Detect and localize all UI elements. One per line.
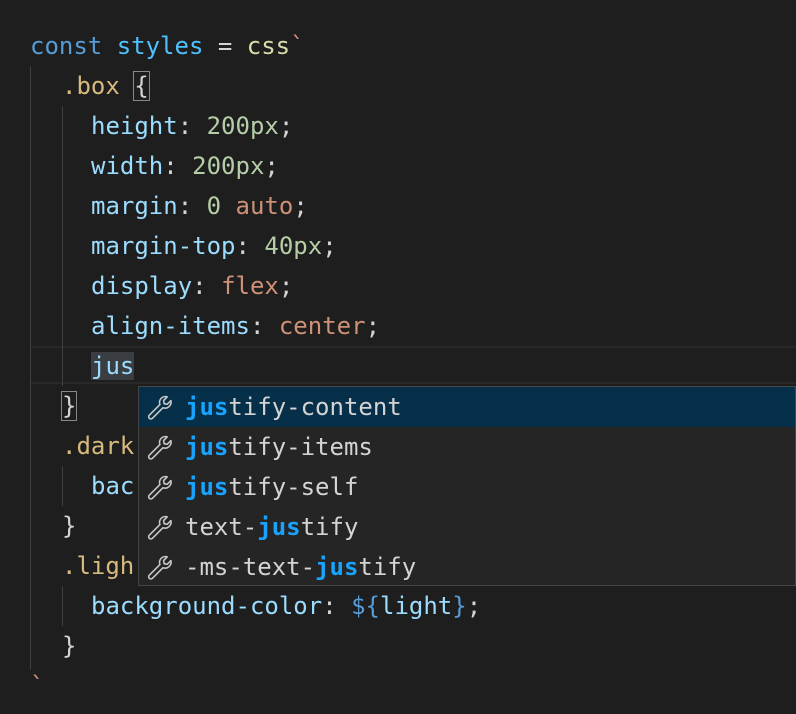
code-token: center [278, 312, 366, 340]
suggestion-match: jus [315, 553, 359, 581]
code-line[interactable]: } [60, 386, 78, 426]
suggestion-suffix: tify-items [228, 433, 373, 461]
code-token: ; [278, 112, 294, 140]
suggestion-item[interactable]: justify-self [139, 467, 795, 507]
code-token: ; [365, 312, 381, 340]
wrench-icon [145, 433, 175, 463]
code-line[interactable]: jus [91, 346, 135, 386]
code-token: } [62, 512, 77, 540]
code-token: } [60, 391, 78, 421]
suggestion-match: jus [185, 433, 229, 461]
code-token: styles [116, 32, 204, 60]
suggestion-suffix: tify [300, 513, 359, 541]
code-token: align-items [91, 312, 250, 340]
code-token: flex [221, 272, 279, 300]
suggestion-label: -ms-text-justify [185, 547, 416, 587]
code-token: background-color [91, 592, 323, 620]
wrench-icon [145, 513, 175, 543]
code-line[interactable]: height: 200px; [91, 106, 293, 146]
indent-guide [62, 586, 63, 626]
code-token: 200px [192, 152, 265, 180]
code-token: ; [466, 592, 482, 620]
suggestion-item[interactable]: justify-items [139, 427, 795, 467]
code-token: light [380, 592, 453, 620]
suggestion-match: jus [257, 513, 301, 541]
suggestion-suffix: tify [358, 553, 417, 581]
code-token: 200px [206, 112, 279, 140]
code-editor[interactable]: const styles = css` .box {height: 200px; w… [0, 0, 796, 714]
suggestion-label: justify-items [185, 427, 373, 467]
code-line[interactable]: .dark [62, 426, 134, 466]
code-token: 40px [264, 232, 323, 260]
code-token: .box [62, 72, 135, 100]
indent-guide [62, 106, 63, 386]
code-token: ; [293, 192, 308, 220]
code-token: : [322, 592, 352, 620]
wrench-icon [145, 393, 175, 423]
code-token: const [30, 32, 117, 60]
code-line[interactable]: .box { [62, 66, 150, 106]
code-line[interactable]: margin: 0 auto; [91, 186, 308, 226]
code-line[interactable]: ` [30, 666, 44, 706]
code-token: : [177, 192, 207, 220]
suggestion-label: text-justify [185, 507, 358, 547]
code-token: } [452, 592, 467, 620]
code-line[interactable]: margin-top: 40px; [91, 226, 337, 266]
current-line-highlight [30, 346, 796, 384]
suggestion-suffix: tify-content [228, 393, 402, 421]
code-token: height [91, 112, 178, 140]
wrench-icon [145, 553, 175, 583]
suggestion-suffix: tify-self [228, 473, 359, 501]
suggestion-label: justify-content [185, 387, 402, 427]
suggestion-match: jus [185, 393, 229, 421]
code-token: : [249, 312, 279, 340]
code-line[interactable]: const styles = css` [30, 26, 305, 66]
code-token: css [246, 32, 291, 60]
code-token: ; [278, 272, 294, 300]
code-token: = [203, 32, 247, 60]
suggestion-prefix: -ms-text- [185, 553, 316, 581]
code-token: ` [30, 672, 45, 700]
suggestion-prefix: text- [185, 513, 258, 541]
code-token: ${ [351, 592, 380, 620]
suggestion-match: jus [185, 473, 229, 501]
code-token: : [177, 112, 207, 140]
code-token: : [235, 232, 265, 260]
code-token: width [91, 152, 164, 180]
indent-guide [30, 66, 31, 670]
suggestion-item[interactable]: justify-content [139, 387, 795, 427]
code-token: ; [264, 152, 279, 180]
code-token: jus [91, 352, 135, 380]
wrench-icon [145, 473, 175, 503]
code-token: .dark [62, 432, 135, 460]
code-line[interactable]: width: 200px; [91, 146, 279, 186]
code-token: margin-top [91, 232, 236, 260]
suggestion-item[interactable]: text-justify [139, 507, 795, 547]
code-token: bac [91, 472, 135, 500]
code-token: { [133, 71, 150, 101]
code-line[interactable]: background-color: ${light}; [91, 586, 481, 626]
code-token: : [163, 152, 193, 180]
indent-guide [62, 466, 63, 506]
code-token: } [62, 632, 77, 660]
code-line[interactable]: } [62, 626, 76, 666]
suggestion-label: justify-self [185, 467, 358, 507]
code-token: display [91, 272, 193, 300]
suggest-widget[interactable]: justify-content justify-items justify-self… [138, 386, 796, 586]
code-line[interactable]: bac [91, 466, 134, 506]
code-token: ; [322, 232, 337, 260]
code-line[interactable]: } [62, 506, 76, 546]
code-token: : [192, 272, 222, 300]
code-token: 0 [206, 192, 236, 220]
code-token: auto [235, 192, 294, 220]
code-token: .ligh [62, 552, 135, 580]
code-line[interactable]: .ligh [62, 546, 134, 586]
code-token: ` [290, 32, 305, 60]
code-line[interactable]: align-items: center; [91, 306, 380, 346]
suggestion-item[interactable]: -ms-text-justify [139, 547, 795, 587]
code-token: margin [91, 192, 178, 220]
code-line[interactable]: display: flex; [91, 266, 293, 306]
